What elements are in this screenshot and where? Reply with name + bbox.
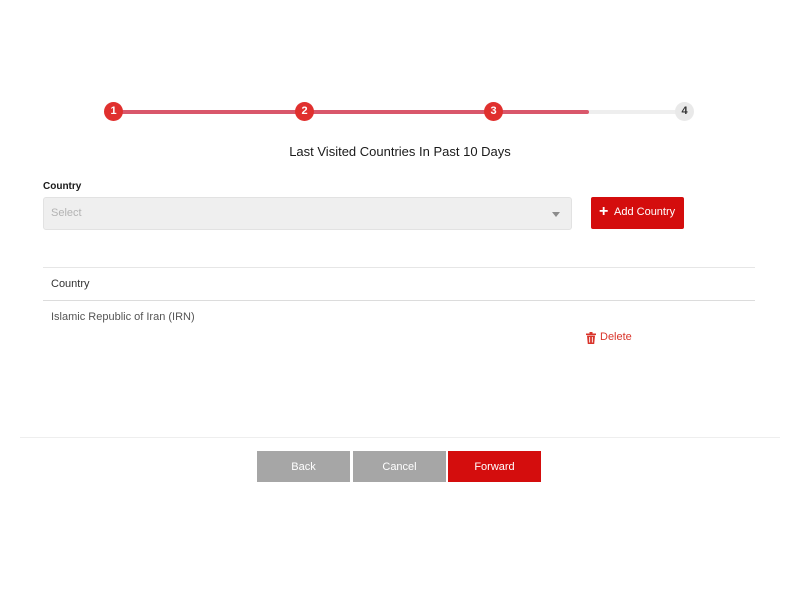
cancel-button[interactable]: Cancel xyxy=(353,451,446,482)
back-button[interactable]: Back xyxy=(257,451,350,482)
trash-icon xyxy=(586,332,596,344)
step-4-indicator: 4 xyxy=(675,102,694,121)
country-select-placeholder: Select xyxy=(51,207,82,219)
country-select[interactable]: Select xyxy=(43,197,572,230)
forward-button[interactable]: Forward xyxy=(448,451,541,482)
country-field-label: Country xyxy=(43,181,82,192)
plus-icon: + xyxy=(599,203,609,220)
section-title: Last Visited Countries In Past 10 Days xyxy=(289,144,511,159)
column-header-country: Country xyxy=(51,278,90,290)
progress-stepper: 1 2 3 4 xyxy=(104,102,694,122)
step-3-indicator: 3 xyxy=(484,102,503,121)
footer-divider xyxy=(20,437,780,438)
table-header: Country xyxy=(43,267,755,301)
add-country-button[interactable]: + Add Country xyxy=(591,197,684,229)
chevron-down-icon xyxy=(552,212,560,217)
country-cell: Islamic Republic of Iran (IRN) xyxy=(51,311,195,323)
table-row: Islamic Republic of Iran (IRN) Delete xyxy=(43,301,755,361)
stepper-track-progress xyxy=(113,110,589,114)
step-1-indicator: 1 xyxy=(104,102,123,121)
delete-button-label: Delete xyxy=(600,331,632,343)
step-2-indicator: 2 xyxy=(295,102,314,121)
add-country-button-label: Add Country xyxy=(614,206,676,218)
countries-table: Country Islamic Republic of Iran (IRN) D… xyxy=(43,267,755,361)
